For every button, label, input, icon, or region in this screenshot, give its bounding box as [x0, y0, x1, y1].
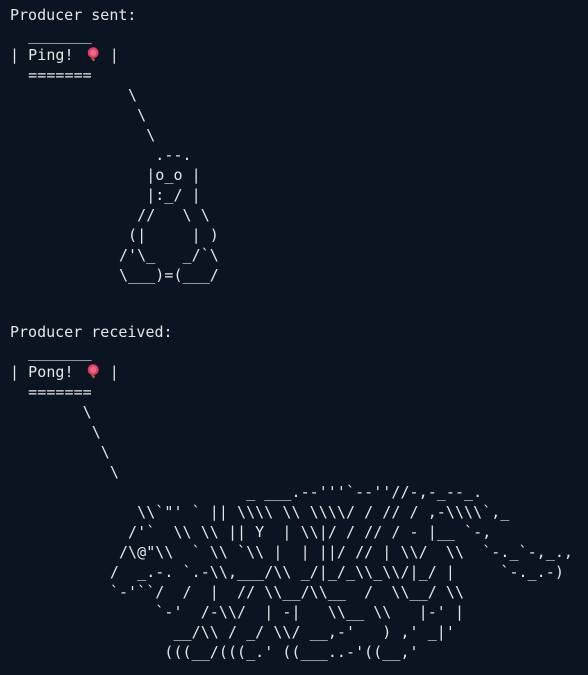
- animal-ascii-art: \ \ \ \ _ ___.--'''`--''//-,-_--_. \\`"'…: [82, 403, 574, 661]
- pong-bubble-top: _______: [10, 343, 92, 361]
- pong-bubble-suffix: |: [100, 363, 119, 381]
- tux-ascii-art: \ \ \ .--. |o_o | |:_/ | // \ \ (| | ) /…: [118, 86, 219, 284]
- ping-bubble-line: | Ping! |: [10, 45, 588, 65]
- ping-bubble-suffix: |: [100, 46, 119, 64]
- producer-received-heading: Producer received:: [10, 323, 173, 341]
- pong-bubble-line: | Pong! |: [10, 362, 588, 382]
- pong-bubble-prefix: | Pong!: [10, 363, 83, 381]
- terminal-output: Producer sent: _______ | Ping! | =======…: [10, 5, 588, 675]
- ping-bubble-prefix: | Ping!: [10, 46, 83, 64]
- ping-bubble-bottom: =======: [10, 66, 92, 84]
- pong-bubble-bottom: =======: [10, 383, 92, 401]
- producer-sent-heading: Producer sent:: [10, 6, 137, 24]
- ping-pong-paddle-icon: [85, 363, 101, 379]
- ping-pong-paddle-icon: [85, 46, 101, 62]
- ping-bubble-top: _______: [10, 26, 92, 44]
